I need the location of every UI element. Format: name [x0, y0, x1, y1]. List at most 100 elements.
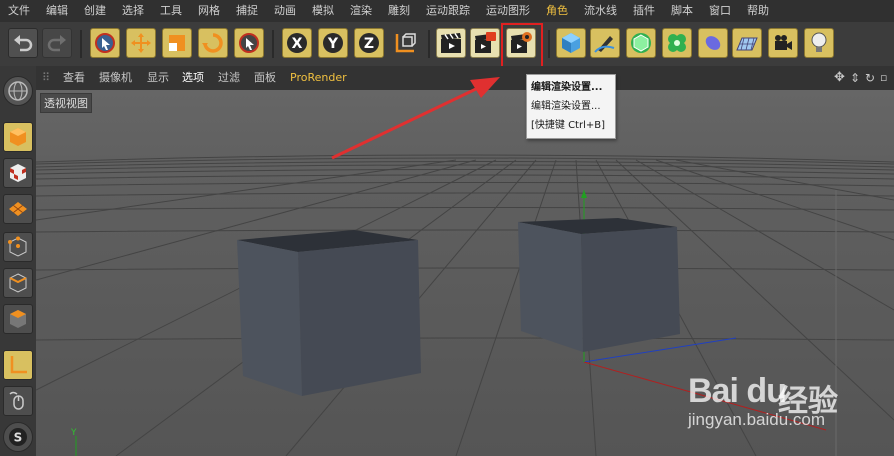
camera-button[interactable] — [768, 28, 798, 58]
menu-character[interactable]: 角色 — [538, 0, 576, 22]
viewport-rotate-icon[interactable]: ↻ — [865, 66, 875, 90]
redo-icon — [47, 35, 66, 52]
light-button[interactable] — [804, 28, 834, 58]
texture-mode-button[interactable] — [3, 158, 33, 188]
cloner-button[interactable] — [662, 28, 692, 58]
main-toolbar: X Y Z — [0, 22, 894, 67]
scale-tool-button[interactable] — [162, 28, 192, 58]
menu-file[interactable]: 文件 — [0, 0, 38, 22]
svg-text:Z: Z — [364, 36, 374, 52]
menu-window[interactable]: 窗口 — [701, 0, 739, 22]
rotate-tool-button[interactable] — [198, 28, 228, 58]
lightbulb-icon — [811, 32, 827, 52]
menu-motion-tracking[interactable]: 运动跟踪 — [418, 0, 478, 22]
last-tool-icon — [239, 33, 259, 53]
cube-icon — [562, 33, 580, 53]
menu-render[interactable]: 渲染 — [342, 0, 380, 22]
menu-snap[interactable]: 捕捉 — [228, 0, 266, 22]
menu-animate[interactable]: 动画 — [266, 0, 304, 22]
z-axis-icon: Z — [359, 33, 379, 53]
model-mode-button[interactable] — [3, 122, 33, 152]
undo-icon — [14, 35, 33, 52]
workplane-button[interactable] — [3, 76, 33, 106]
tooltip-shortcut: [快捷键 Ctrl+B] — [531, 120, 606, 131]
svg-text:X: X — [292, 36, 303, 52]
mouse-icon — [9, 391, 24, 410]
menu-script[interactable]: 脚本 — [663, 0, 701, 22]
coordinate-system-icon — [395, 33, 416, 53]
render-settings-highlight-box — [501, 23, 543, 71]
viewport-zoom-icon[interactable]: ⇕ — [850, 66, 860, 90]
svg-text:S: S — [14, 431, 23, 445]
viewport-menu-options[interactable]: 选项 — [182, 66, 204, 90]
x-axis-lock-button[interactable]: X — [282, 28, 312, 58]
cube-right — [518, 218, 680, 352]
menu-plugins[interactable]: 插件 — [625, 0, 663, 22]
viewport-menu-display[interactable]: 显示 — [147, 66, 169, 90]
redo-button[interactable] — [42, 28, 72, 58]
svg-text:Y: Y — [327, 36, 339, 52]
camera-icon — [775, 35, 792, 50]
snap-icon: S — [9, 428, 27, 446]
watermark-url: jingyan.baidu.com — [688, 410, 826, 429]
menu-edit[interactable]: 编辑 — [38, 0, 76, 22]
viewport-menu-panel[interactable]: 面板 — [254, 66, 276, 90]
tweak-mode-button[interactable] — [3, 386, 33, 416]
render-view-button[interactable] — [436, 28, 466, 58]
snap-button[interactable]: S — [3, 422, 33, 452]
spline-pen-button[interactable] — [590, 28, 620, 58]
pen-icon — [594, 36, 615, 53]
menu-mograph[interactable]: 运动图形 — [478, 0, 538, 22]
cube-left — [237, 230, 421, 396]
menu-create[interactable]: 创建 — [76, 0, 114, 22]
subdivision-surface-button[interactable] — [626, 28, 656, 58]
last-tool-button[interactable] — [234, 28, 264, 58]
baidu-jingyan-watermark: Bai du 经验 jingyan.baidu.com — [682, 372, 882, 442]
z-axis-lock-button[interactable]: Z — [354, 28, 384, 58]
y-axis-lock-button[interactable]: Y — [318, 28, 348, 58]
tooltip-description: 编辑渲染设置... — [531, 101, 601, 112]
render-to-picture-viewer-button[interactable] — [470, 28, 500, 58]
menu-simulate[interactable]: 模拟 — [304, 0, 342, 22]
viewport-grip-icon[interactable]: ⠿ — [42, 66, 50, 90]
floor-button[interactable] — [732, 28, 762, 58]
axis-icon — [10, 356, 27, 374]
cube-object-button[interactable] — [556, 28, 586, 58]
points-mode-button[interactable] — [3, 232, 33, 262]
render-settings-tooltip: 编辑渲染设置... 编辑渲染设置... [快捷键 Ctrl+B] — [526, 74, 616, 139]
checker-cube-icon — [10, 164, 26, 182]
tooltip-title: 编辑渲染设置... — [531, 82, 603, 93]
render-picture-viewer-icon — [475, 32, 496, 53]
menu-mesh[interactable]: 网格 — [190, 0, 228, 22]
move-icon — [131, 33, 151, 53]
polygons-mode-button[interactable] — [3, 304, 33, 334]
axis-mode-button[interactable] — [3, 350, 33, 380]
viewport-menu-bar: ⠿ 查看 摄像机 显示 选项 过滤 面板 ProRender ✥ ⇕ ↻ ▫ — [36, 66, 894, 91]
y-axis-label: Y — [71, 428, 77, 438]
cloner-icon — [668, 34, 686, 52]
menu-help[interactable]: 帮助 — [739, 0, 777, 22]
viewport-menu-filter[interactable]: 过滤 — [218, 66, 240, 90]
live-select-button[interactable] — [90, 28, 120, 58]
menu-tools[interactable]: 工具 — [152, 0, 190, 22]
viewport-menu-view[interactable]: 查看 — [63, 66, 85, 90]
viewport-move-icon[interactable]: ✥ — [834, 66, 845, 90]
viewport-menu-prorender[interactable]: ProRender — [290, 66, 347, 90]
clapboard-icon — [441, 33, 461, 53]
menu-sculpt[interactable]: 雕刻 — [380, 0, 418, 22]
floor-icon — [736, 37, 758, 51]
viewport-menu-cameras[interactable]: 摄像机 — [99, 66, 132, 90]
menu-select[interactable]: 选择 — [114, 0, 152, 22]
edges-mode-button[interactable] — [3, 268, 33, 298]
deformer-button[interactable] — [698, 28, 728, 58]
coordinate-system-button[interactable] — [390, 28, 420, 58]
menu-pipeline[interactable]: 流水线 — [576, 0, 625, 22]
viewport-maximize-icon[interactable]: ▫ — [880, 66, 887, 90]
subdivision-icon — [631, 33, 651, 53]
edges-cube-icon — [9, 273, 27, 293]
live-select-icon — [95, 33, 115, 53]
move-tool-button[interactable] — [126, 28, 156, 58]
polygons-cube-icon — [10, 310, 26, 328]
undo-button[interactable] — [8, 28, 38, 58]
workplane-grid-button[interactable] — [3, 194, 33, 224]
